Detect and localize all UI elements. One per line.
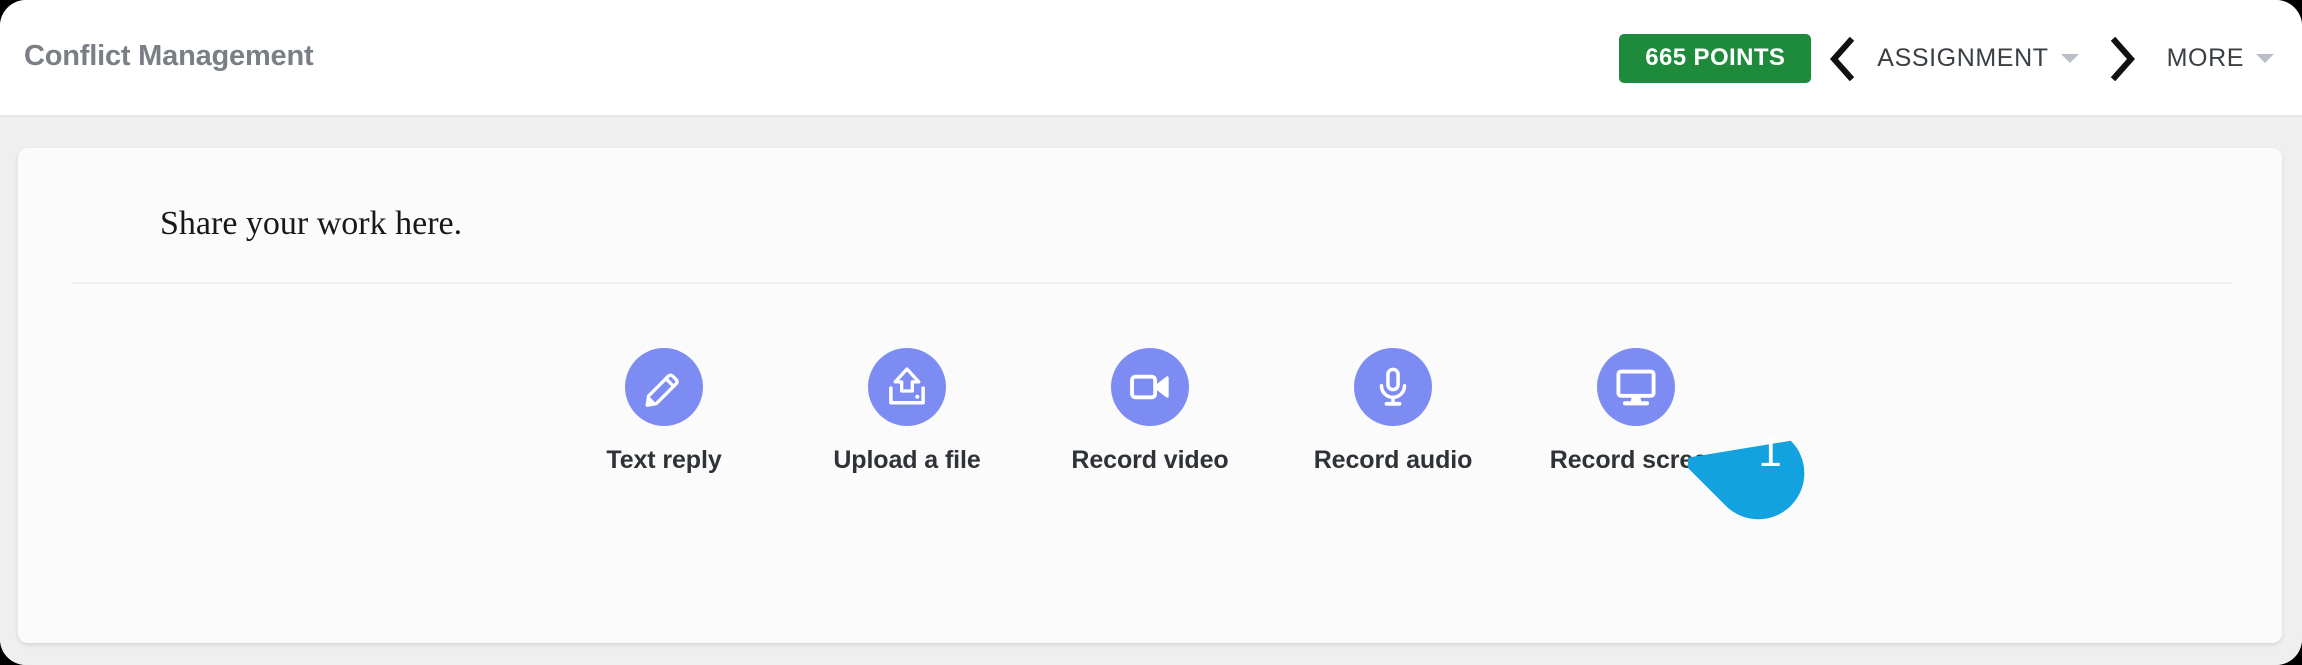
more-dropdown[interactable]: MORE	[2163, 44, 2278, 73]
submission-card: Share your work here. Text reply Upload …	[18, 148, 2282, 643]
microphone-icon	[1372, 366, 1414, 408]
divider	[72, 282, 2232, 284]
option-icon-circle	[1354, 348, 1432, 426]
option-label: Record video	[1071, 446, 1229, 474]
option-label: Record audio	[1313, 446, 1473, 474]
video-camera-icon	[1128, 365, 1172, 409]
option-icon-circle	[625, 348, 703, 426]
option-icon-circle	[1597, 348, 1675, 426]
header-actions: 665 POINTS ASSIGNMENT MORE	[1619, 0, 2278, 117]
page-title: Conflict Management	[24, 40, 314, 72]
option-text-reply[interactable]: Text reply	[579, 348, 749, 475]
assignment-dropdown-label: ASSIGNMENT	[1877, 44, 2049, 72]
option-label: Text reply	[606, 446, 722, 474]
app-header: Conflict Management 665 POINTS ASSIGNMEN…	[0, 0, 2302, 117]
previous-button[interactable]	[1811, 28, 1873, 90]
share-work-heading: Share your work here.	[160, 205, 463, 242]
assignment-dropdown[interactable]: ASSIGNMENT	[1873, 44, 2082, 73]
submission-options: Text reply Upload a file Record video Re…	[18, 348, 2282, 475]
points-button[interactable]: 665 POINTS	[1619, 34, 1812, 83]
chevron-left-icon	[1827, 36, 1857, 81]
option-upload-a-file[interactable]: Upload a file	[822, 348, 992, 475]
chevron-down-icon	[2256, 54, 2274, 63]
option-icon-circle	[868, 348, 946, 426]
upload-icon	[885, 365, 929, 409]
chevron-right-icon	[2107, 36, 2137, 81]
option-record-screen[interactable]: Record screen	[1549, 348, 1723, 475]
option-label: Upload a file	[833, 446, 981, 474]
option-icon-circle	[1111, 348, 1189, 426]
chevron-down-icon	[2060, 54, 2079, 63]
next-button[interactable]	[2091, 28, 2153, 90]
option-label: Record screen	[1549, 446, 1723, 474]
app-window: Conflict Management 665 POINTS ASSIGNMEN…	[0, 0, 2302, 665]
page-body: Share your work here. Text reply Upload …	[0, 117, 2302, 665]
option-record-video[interactable]: Record video	[1065, 348, 1235, 475]
monitor-icon	[1614, 365, 1658, 409]
option-record-audio[interactable]: Record audio	[1308, 348, 1478, 475]
pencil-icon	[643, 366, 685, 408]
more-dropdown-label: MORE	[2166, 44, 2244, 72]
